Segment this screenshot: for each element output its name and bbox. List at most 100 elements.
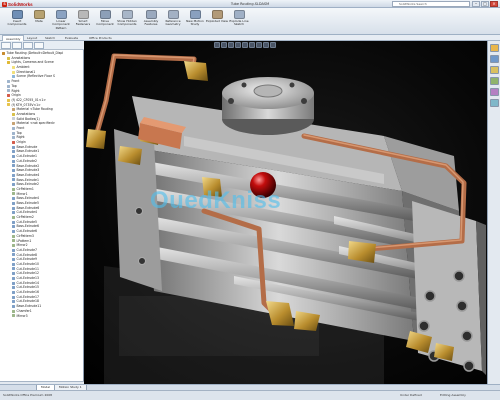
feature-icon [12, 239, 15, 243]
section-view-icon[interactable] [235, 42, 241, 48]
feature-icon [12, 234, 15, 238]
file-explorer-icon[interactable] [490, 66, 499, 74]
ribbon-button-1[interactable]: Mate [28, 10, 50, 32]
feature-icon [12, 140, 15, 144]
feature-icon [12, 244, 15, 248]
edit-appearance-icon[interactable] [263, 42, 269, 48]
feature-icon [12, 145, 15, 149]
close-button[interactable]: × [490, 1, 498, 7]
ribbon-button-10[interactable]: Explode Line Sketch [228, 10, 250, 32]
ribbon-button-4[interactable]: Move Component [94, 10, 116, 32]
feature-icon [12, 154, 15, 158]
command-manager: Insert Components Mate Linear Component Pa… [0, 8, 500, 35]
feature-tree-tab-icon[interactable] [1, 42, 11, 49]
ribbon-button-icon [77, 10, 89, 19]
window-controls: – □ × [472, 1, 498, 7]
ribbon-button-5[interactable]: Show Hidden Components [116, 10, 138, 32]
ribbon-button-label: Reference Geometry [165, 19, 181, 27]
status-mode: Editing Assembly [440, 393, 466, 397]
feature-icon [12, 75, 15, 79]
feature-icon [12, 150, 15, 154]
feature-icon [12, 187, 15, 191]
tree-item[interactable]: Mirror3 [0, 314, 84, 319]
feature-icon [12, 276, 15, 280]
feature-icon [12, 295, 15, 299]
ribbon-button-6[interactable]: Assembly Features [140, 10, 162, 32]
ribbon-button-icon [99, 10, 111, 19]
window-title: Tube Routing.SLDASM [230, 2, 270, 6]
feature-icon [12, 117, 15, 121]
feature-icon [12, 164, 15, 168]
app-logo[interactable]: S SolidWorks [2, 1, 33, 7]
ribbon-button-label: Insert Components [7, 19, 27, 27]
property-manager-tab-icon[interactable] [12, 42, 22, 49]
view-toolbar [214, 42, 276, 48]
solidworks-logo-icon: S [2, 1, 7, 7]
feature-tree: Tube Routing (Default<Default_Displ Annot… [0, 51, 84, 381]
status-product: SolidWorks Office Premium 2008 [3, 393, 53, 397]
ribbon-button-8[interactable]: New Motion Study [184, 10, 206, 32]
feature-icon [12, 159, 15, 163]
task-pane [487, 41, 500, 384]
view-orientation-icon[interactable] [242, 42, 248, 48]
zoom-to-fit-icon[interactable] [214, 42, 220, 48]
assembly-model [86, 53, 486, 384]
maximize-button[interactable]: □ [481, 1, 489, 7]
ribbon-button-7[interactable]: Reference Geometry [162, 10, 184, 32]
feature-icon [7, 94, 10, 98]
graphics-viewport[interactable]: OuedKniss [84, 41, 487, 384]
dimxpert-tab-icon[interactable] [34, 42, 44, 49]
ribbon-button-0[interactable]: Insert Components [6, 10, 28, 32]
feature-icon [12, 192, 15, 196]
feature-icon [12, 248, 15, 252]
feature-icon [12, 122, 15, 126]
feature-icon [12, 126, 15, 130]
zoom-area-icon[interactable] [221, 42, 227, 48]
ribbon-button-icon [55, 10, 67, 19]
ribbon-button-label: Smart Fasteners [75, 19, 91, 27]
ribbon-button-9[interactable]: Exploded View [206, 10, 228, 32]
feature-icon [12, 197, 15, 201]
configuration-tab-icon[interactable] [23, 42, 33, 49]
feature-icon [12, 262, 15, 266]
feature-icon [7, 89, 10, 93]
apply-scene-icon[interactable] [270, 42, 276, 48]
ribbon-button-label: Show Hidden Components [117, 19, 137, 27]
feature-icon [12, 65, 15, 69]
feature-icon [12, 272, 15, 276]
status-bar: SolidWorks Office Premium 2008 Under Def… [0, 390, 500, 400]
ribbon-button-icon [11, 10, 23, 19]
search-input[interactable]: SolidWorks Search [392, 1, 470, 7]
feature-icon [12, 290, 15, 294]
minimize-button[interactable]: – [472, 1, 480, 7]
ribbon-button-2[interactable]: Linear Component Pattern [50, 10, 72, 32]
previous-view-icon[interactable] [228, 42, 234, 48]
feature-icon [12, 136, 15, 140]
feature-icon [12, 225, 15, 229]
title-bar: S SolidWorks Tube Routing.SLDASM ⌕ Solid… [0, 0, 500, 8]
ribbon-button-icon [211, 10, 223, 19]
ribbon-button-3[interactable]: Smart Fasteners [72, 10, 94, 32]
feature-icon [7, 84, 10, 88]
feature-icon [12, 178, 15, 182]
status-definition: Under Defined [400, 393, 422, 397]
feature-icon [2, 51, 5, 55]
feature-icon [12, 267, 15, 271]
ribbon-button-icon [233, 10, 245, 19]
feature-icon [12, 300, 15, 304]
display-style-icon[interactable] [249, 42, 255, 48]
ribbon-button-label: Move Component [96, 19, 114, 27]
ribbon-button-icon [33, 10, 45, 19]
feature-icon [12, 206, 15, 210]
view-palette-icon[interactable] [490, 77, 499, 85]
custom-properties-icon[interactable] [490, 99, 499, 107]
watermark: OuedKniss [150, 187, 282, 214]
design-library-icon[interactable] [490, 55, 499, 63]
ribbon-button-label: Linear Component Pattern [52, 19, 70, 30]
hide-show-items-icon[interactable] [256, 42, 262, 48]
feature-icon [12, 258, 15, 262]
feature-icon [12, 220, 15, 224]
resources-icon[interactable] [490, 44, 499, 52]
appearances-icon[interactable] [490, 88, 499, 96]
feature-icon [12, 309, 15, 313]
